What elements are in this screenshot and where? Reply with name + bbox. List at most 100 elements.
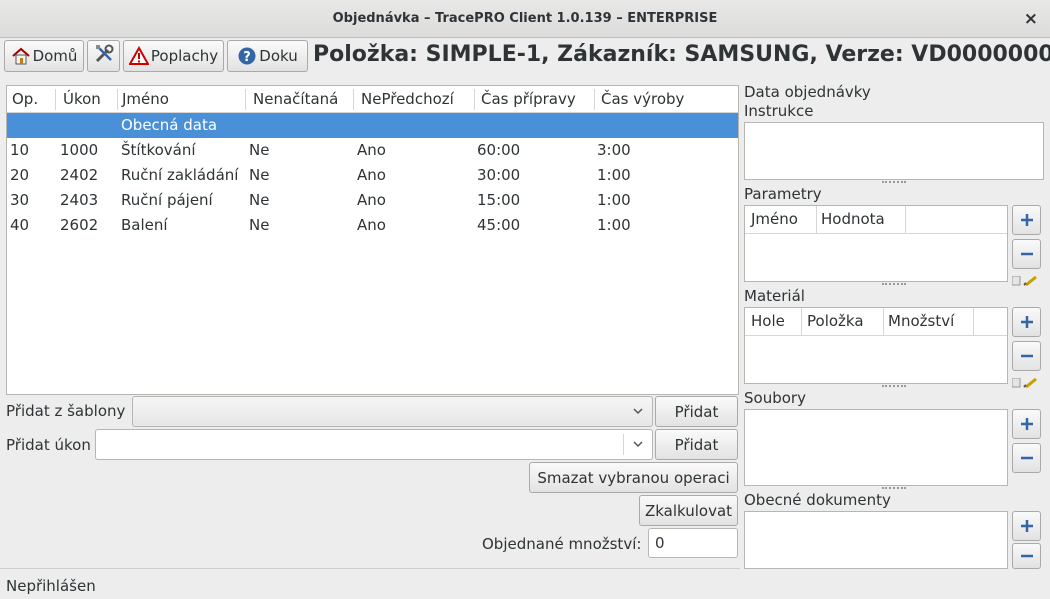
chevron-down-icon (633, 408, 643, 415)
column-no-previous[interactable]: NePředchozí (361, 90, 454, 108)
from-template-label: Přidat z šablony (6, 402, 126, 420)
material-col-hole[interactable]: Hole (751, 312, 785, 330)
delete-operation-button[interactable]: Smazat vybranou operaci (529, 462, 738, 493)
table-row[interactable]: 30 2403 Ruční pájení Ne Ano 15:00 1:00 (7, 188, 738, 213)
add-action-button[interactable]: Přidat (655, 429, 738, 460)
cell-production-time: 1:00 (597, 191, 631, 209)
add-document-button[interactable] (1012, 511, 1041, 541)
add-parameter-button[interactable] (1012, 205, 1041, 235)
chevron-down-icon[interactable] (632, 438, 644, 450)
params-col-value[interactable]: Hodnota (821, 210, 885, 228)
parameters-label: Parametry (744, 185, 822, 203)
files-label: Soubory (744, 389, 806, 407)
remove-document-button[interactable] (1012, 543, 1041, 569)
remove-parameter-button[interactable] (1012, 239, 1041, 269)
cell-action: 2602 (60, 216, 99, 234)
quantity-label: Objednané množství: (482, 535, 642, 553)
cell-name: Ruční zakládání (121, 166, 239, 184)
status-divider (0, 568, 740, 569)
calculate-button-label: Zkalkulovat (644, 501, 733, 520)
cell-setup-time: 45:00 (477, 216, 521, 234)
docs-button-label: Doku (259, 47, 298, 65)
template-select[interactable] (132, 396, 653, 427)
cell-name: Balení (121, 216, 168, 234)
status-text: Nepřihlášen (6, 577, 96, 595)
table-row[interactable]: 40 2602 Balení Ne Ano 45:00 1:00 (7, 213, 738, 238)
column-unloaded[interactable]: Nenačítaná (253, 90, 338, 108)
alarms-button-label: Poplachy (150, 47, 219, 65)
material-table[interactable]: Hole Položka Množství (744, 307, 1008, 384)
material-label: Materiál (744, 287, 805, 305)
column-name[interactable]: Jméno (122, 90, 169, 108)
cell-action: 1000 (60, 141, 99, 159)
plus-icon (1020, 520, 1033, 532)
tools-icon (93, 43, 115, 69)
cell-setup-time: 15:00 (477, 191, 521, 209)
parameters-table[interactable]: Jméno Hodnota (744, 205, 1008, 282)
material-col-quantity[interactable]: Množství (888, 312, 954, 330)
docs-button[interactable]: ? Doku (227, 40, 308, 72)
table-row[interactable]: 10 1000 Štítkování Ne Ano 60:00 3:00 (7, 138, 738, 163)
files-list[interactable] (744, 409, 1008, 486)
minus-icon (1020, 554, 1033, 558)
cell-unloaded: Ne (249, 141, 270, 159)
cell-no-previous: Ano (357, 141, 386, 159)
operations-table[interactable]: Op. Úkon Jméno Nenačítaná NePředchozí Ča… (6, 85, 739, 395)
cell-no-previous: Ano (357, 166, 386, 184)
instructions-label: Instrukce (744, 102, 814, 120)
cell-setup-time: 30:00 (477, 166, 521, 184)
general-docs-label: Obecné dokumenty (744, 491, 891, 509)
settings-button[interactable] (87, 40, 120, 72)
cell-action: 2403 (60, 191, 99, 209)
window-title: Objednávka – TracePRO Client 1.0.139 – E… (332, 11, 718, 26)
general-docs-list[interactable] (744, 511, 1008, 569)
cell-production-time: 3:00 (597, 141, 631, 159)
close-icon[interactable]: × (1024, 9, 1038, 29)
column-op[interactable]: Op. (12, 90, 38, 108)
table-row-section[interactable]: Obecná data (7, 113, 738, 138)
resize-grip[interactable] (882, 283, 906, 286)
add-material-button[interactable] (1012, 307, 1041, 337)
plus-icon (1020, 214, 1033, 226)
plus-icon (1020, 316, 1033, 328)
warning-icon (128, 46, 149, 66)
alarms-button[interactable]: Poplachy (123, 40, 224, 72)
resize-grip[interactable] (882, 487, 906, 490)
quantity-input[interactable]: 0 (648, 528, 738, 558)
material-col-item[interactable]: Položka (807, 312, 864, 330)
order-data-label: Data objednávky (744, 83, 871, 101)
column-setup-time[interactable]: Čas přípravy (481, 90, 576, 108)
edit-icon[interactable] (1011, 374, 1041, 389)
cell-unloaded: Ne (249, 191, 270, 209)
cell-op: 20 (10, 166, 30, 184)
add-file-button[interactable] (1012, 409, 1041, 439)
add-action-label: Přidat úkon (6, 436, 91, 454)
remove-file-button[interactable] (1012, 443, 1041, 473)
params-col-name[interactable]: Jméno (751, 210, 798, 228)
home-button-label: Domů (32, 47, 78, 65)
svg-text:?: ? (243, 50, 251, 65)
table-row[interactable]: 20 2402 Ruční zakládání Ne Ano 30:00 1:0… (7, 163, 738, 188)
cell-unloaded: Ne (249, 216, 270, 234)
edit-icon[interactable] (1011, 272, 1041, 287)
column-production-time[interactable]: Čas výroby (601, 90, 684, 108)
plus-icon (1020, 418, 1033, 430)
delete-button-label: Smazat vybranou operaci (537, 468, 730, 487)
resize-grip[interactable] (882, 181, 906, 184)
cell-op: 10 (10, 141, 30, 159)
cell-action: 2402 (60, 166, 99, 184)
cell-name: Štítkování (121, 141, 196, 159)
resize-grip[interactable] (882, 385, 906, 388)
cell-production-time: 1:00 (597, 166, 631, 184)
cell-op: 30 (10, 191, 30, 209)
calculate-button[interactable]: Zkalkulovat (639, 495, 738, 526)
action-combo[interactable] (95, 429, 653, 460)
remove-material-button[interactable] (1012, 341, 1041, 371)
instructions-textarea[interactable] (744, 122, 1044, 180)
cell-production-time: 1:00 (597, 216, 631, 234)
title-bar: Objednávka – TracePRO Client 1.0.139 – E… (0, 0, 1050, 38)
home-button[interactable]: Domů (4, 40, 84, 72)
add-from-template-button[interactable]: Přidat (655, 396, 738, 427)
column-action[interactable]: Úkon (63, 90, 101, 108)
cell-unloaded: Ne (249, 166, 270, 184)
